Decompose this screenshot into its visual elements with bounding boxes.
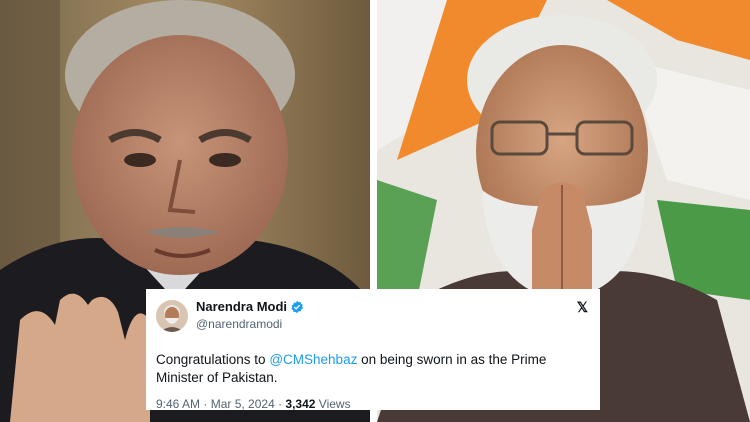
user-handle[interactable]: @narendramodi xyxy=(196,317,304,331)
tweet-text: Congratulations to @CMShehbaz on being s… xyxy=(156,351,556,387)
tweet-text-before: Congratulations to xyxy=(156,352,270,367)
mention-link[interactable]: @CMShehbaz xyxy=(269,352,357,367)
name-row: Narendra Modi xyxy=(196,299,304,314)
tweet-time[interactable]: 9:46 AM xyxy=(156,397,200,411)
tweet-header: Narendra Modi @narendramodi xyxy=(156,299,590,339)
views-label: Views xyxy=(315,397,351,411)
tweet-date[interactable]: Mar 5, 2024 xyxy=(211,397,275,411)
tweet-card[interactable]: Narendra Modi @narendramodi 𝕏 Congratula… xyxy=(146,289,600,411)
display-name[interactable]: Narendra Modi xyxy=(196,299,287,314)
name-block: Narendra Modi @narendramodi xyxy=(196,299,304,331)
profile-avatar[interactable] xyxy=(156,300,188,332)
meta-separator: · xyxy=(200,397,211,411)
views-count: 3,342 xyxy=(285,397,316,411)
x-logo-icon[interactable]: 𝕏 xyxy=(577,299,588,316)
verified-badge-icon xyxy=(290,300,304,314)
tweet-meta: 9:46 AM · Mar 5, 2024 · 3,342 Views xyxy=(156,397,590,411)
meta-separator: · xyxy=(274,397,286,411)
